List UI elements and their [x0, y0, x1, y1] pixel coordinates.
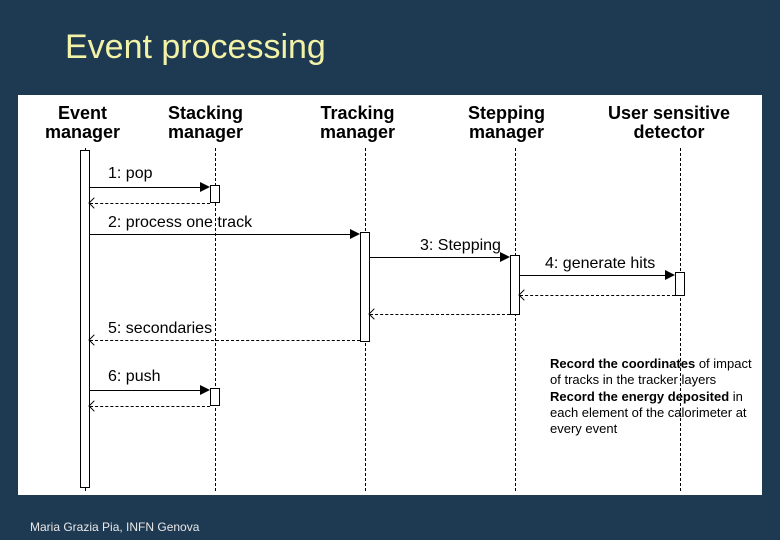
activation-tracking: [360, 232, 370, 342]
note-part1-bold: Record the coordinates: [550, 356, 695, 371]
note-part2-bold: Record the energy deposited: [550, 389, 729, 404]
msg-3-arrow: [370, 257, 505, 258]
lifeline-stepping: [515, 148, 516, 491]
msg-3-label: 3: Stepping: [420, 237, 501, 255]
lifeline-stacking-label: Stacking manager: [168, 104, 243, 142]
msg-4-return: [520, 295, 675, 296]
slide-title: Event processing: [65, 28, 326, 67]
msg-3-return: [370, 314, 510, 315]
activation-stacking-2: [210, 388, 220, 406]
msg-2-head: [350, 229, 360, 239]
msg-4-label: 4: generate hits: [545, 255, 655, 273]
lifeline-tracking-label: Tracking manager: [320, 104, 395, 142]
msg-6-arrow: [90, 390, 205, 391]
msg-6-head: [200, 385, 210, 395]
msg-2-arrow: [90, 234, 355, 235]
msg-1-arrow: [90, 187, 205, 188]
lifeline-detector: [680, 148, 681, 491]
activation-stepping: [510, 255, 520, 315]
footer-credit: Maria Grazia Pia, INFN Genova: [30, 520, 199, 534]
lifeline-stepping-label: Stepping manager: [468, 104, 545, 142]
lifeline-event-label: Event manager: [45, 104, 120, 142]
activation-detector: [675, 272, 685, 296]
msg-2-label: 2: process one track: [108, 214, 252, 232]
activation-event: [80, 150, 90, 488]
msg-6-return: [90, 406, 210, 407]
msg-4-arrow: [520, 275, 670, 276]
msg-1-head: [200, 182, 210, 192]
annotation-note: Record the coordinates of impact of trac…: [550, 356, 760, 437]
msg-4-head: [665, 270, 675, 280]
msg-3-head: [500, 252, 510, 262]
msg-6-label: 6: push: [108, 368, 160, 386]
lifeline-detector-label: User sensitive detector: [608, 104, 730, 142]
msg-5-arrow: [90, 340, 360, 341]
msg-1-return: [90, 203, 210, 204]
msg-1-label: 1: pop: [108, 165, 152, 183]
msg-5-label: 5: secondaries: [108, 320, 212, 338]
activation-stacking-1: [210, 185, 220, 203]
